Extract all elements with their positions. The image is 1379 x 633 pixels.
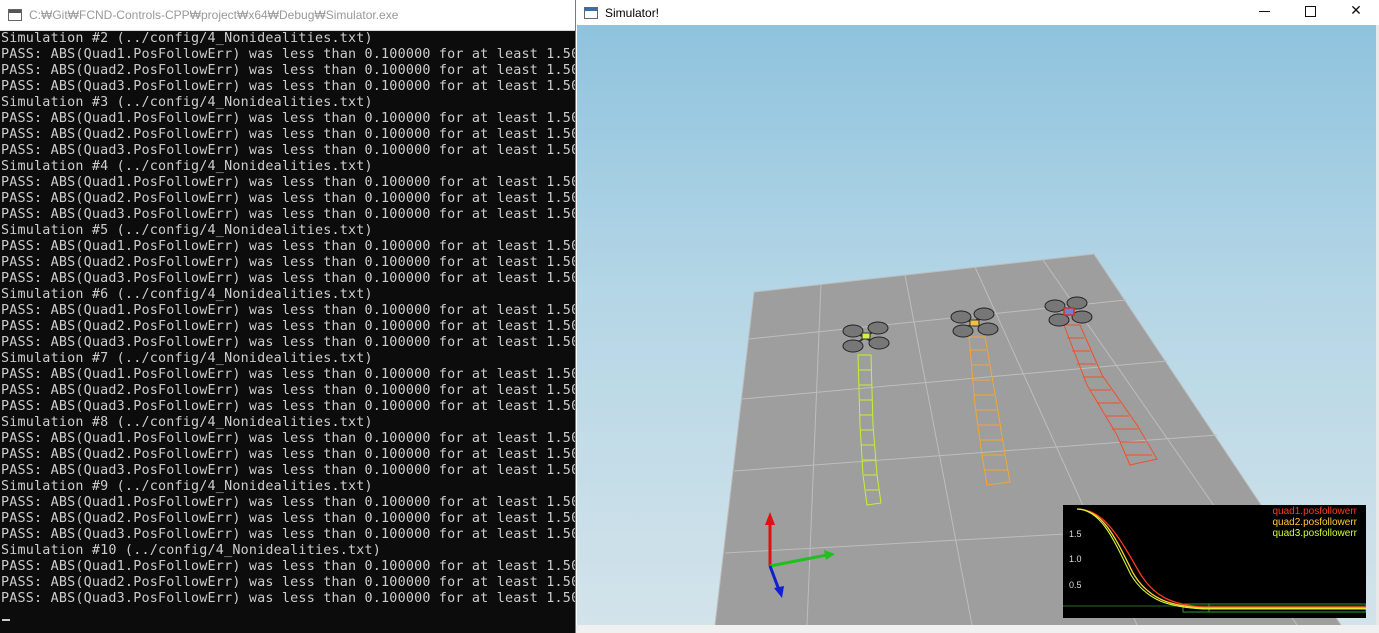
console-sim-header-line: Simulation #9 (../config/4_Nonidealities… [1, 479, 373, 494]
error-plot: 1.5 1.0 0.5 quad1.posfollowerr quad2.pos… [1063, 505, 1366, 618]
console-pass-line: PASS: ABS(Quad3.PosFollowErr) was less t… [1, 527, 576, 542]
console-pass-line: PASS: ABS(Quad2.PosFollowErr) was less t… [1, 255, 576, 270]
console-titlebar[interactable]: C:₩Git₩FCND-Controls-CPP₩project₩x64₩Deb… [0, 0, 576, 31]
console-sim-header-line: Simulation #7 (../config/4_Nonidealities… [1, 351, 373, 366]
console-sim-header-line: Simulation #2 (../config/4_Nonidealities… [1, 31, 373, 46]
console-pass-line: PASS: ABS(Quad2.PosFollowErr) was less t… [1, 127, 576, 142]
simulator-title: Simulator! [605, 5, 660, 20]
console-pass-line: PASS: ABS(Quad1.PosFollowErr) was less t… [1, 367, 576, 382]
plot-legend: quad1.posfollowerr quad2.posfollowerr qu… [1273, 506, 1358, 539]
console-pass-line: PASS: ABS(Quad1.PosFollowErr) was less t… [1, 47, 576, 62]
console-pass-line: PASS: ABS(Quad2.PosFollowErr) was less t… [1, 319, 576, 334]
maximize-icon [1304, 5, 1316, 17]
console-pass-line: PASS: ABS(Quad1.PosFollowErr) was less t… [1, 495, 576, 510]
console-title: C:₩Git₩FCND-Controls-CPP₩project₩x64₩Deb… [29, 8, 399, 22]
simulator-window: Simulator! ✕ 1.5 1.0 0.5 quad1.posfollow… [575, 0, 1379, 633]
console-sim-header-line: Simulation #6 (../config/4_Nonidealities… [1, 287, 373, 302]
console-pass-line: PASS: ABS(Quad1.PosFollowErr) was less t… [1, 303, 576, 318]
console-output: Simulation #2 (../config/4_Nonidealities… [1, 31, 576, 607]
simulator-titlebar[interactable]: Simulator! ✕ [576, 0, 1379, 25]
console-window: C:₩Git₩FCND-Controls-CPP₩project₩x64₩Deb… [0, 0, 576, 633]
console-pass-line: PASS: ABS(Quad1.PosFollowErr) was less t… [1, 239, 576, 254]
quad3-drone [1044, 296, 1093, 327]
console-pass-line: PASS: ABS(Quad3.PosFollowErr) was less t… [1, 463, 576, 478]
console-pass-line: PASS: ABS(Quad3.PosFollowErr) was less t… [1, 143, 576, 158]
console-sim-header-line: Simulation #4 (../config/4_Nonidealities… [1, 159, 373, 174]
legend-quad3: quad3.posfollowerr [1272, 528, 1358, 539]
console-pass-line: PASS: ABS(Quad3.PosFollowErr) was less t… [1, 79, 576, 94]
minimize-icon [1258, 10, 1270, 12]
simulator-app-icon [584, 6, 598, 19]
console-pass-line: PASS: ABS(Quad3.PosFollowErr) was less t… [1, 271, 576, 286]
console-pass-line: PASS: ABS(Quad3.PosFollowErr) was less t… [1, 335, 576, 350]
plot-tick-label: 1.5 [1069, 529, 1082, 539]
console-cursor [2, 619, 10, 621]
console-pass-line: PASS: ABS(Quad2.PosFollowErr) was less t… [1, 575, 576, 590]
close-button[interactable]: ✕ [1333, 0, 1379, 22]
simulator-bottom-border [576, 625, 1379, 633]
plot-tick-label: 1.0 [1069, 554, 1082, 564]
console-pass-line: PASS: ABS(Quad2.PosFollowErr) was less t… [1, 447, 576, 462]
console-app-icon [8, 9, 22, 21]
console-pass-line: PASS: ABS(Quad1.PosFollowErr) was less t… [1, 111, 576, 126]
console-pass-line: PASS: ABS(Quad2.PosFollowErr) was less t… [1, 63, 576, 78]
legend-quad2: quad2.posfollowerr [1272, 517, 1358, 528]
close-icon: ✕ [1350, 3, 1362, 19]
plot-tick-label: 0.5 [1069, 580, 1082, 590]
console-pass-line: PASS: ABS(Quad3.PosFollowErr) was less t… [1, 399, 576, 414]
console-sim-header-line: Simulation #8 (../config/4_Nonidealities… [1, 415, 373, 430]
console-sim-header-line: Simulation #5 (../config/4_Nonidealities… [1, 223, 373, 238]
console-pass-line: PASS: ABS(Quad2.PosFollowErr) was less t… [1, 191, 576, 206]
legend-quad1: quad1.posfollowerr [1272, 506, 1358, 517]
console-sim-header-line: Simulation #10 (../config/4_Nonidealitie… [1, 543, 382, 558]
console-pass-line: PASS: ABS(Quad1.PosFollowErr) was less t… [1, 175, 576, 190]
maximize-button[interactable] [1287, 0, 1333, 22]
simulation-viewport[interactable]: 1.5 1.0 0.5 quad1.posfollowerr quad2.pos… [577, 25, 1376, 625]
console-pass-line: PASS: ABS(Quad1.PosFollowErr) was less t… [1, 559, 576, 574]
console-pass-line: PASS: ABS(Quad2.PosFollowErr) was less t… [1, 383, 576, 398]
console-pass-line: PASS: ABS(Quad2.PosFollowErr) was less t… [1, 511, 576, 526]
console-pass-line: PASS: ABS(Quad3.PosFollowErr) was less t… [1, 207, 576, 222]
console-pass-line: PASS: ABS(Quad3.PosFollowErr) was less t… [1, 591, 576, 606]
console-sim-header-line: Simulation #3 (../config/4_Nonidealities… [1, 95, 373, 110]
console-pass-line: PASS: ABS(Quad1.PosFollowErr) was less t… [1, 431, 576, 446]
minimize-button[interactable] [1241, 0, 1287, 22]
